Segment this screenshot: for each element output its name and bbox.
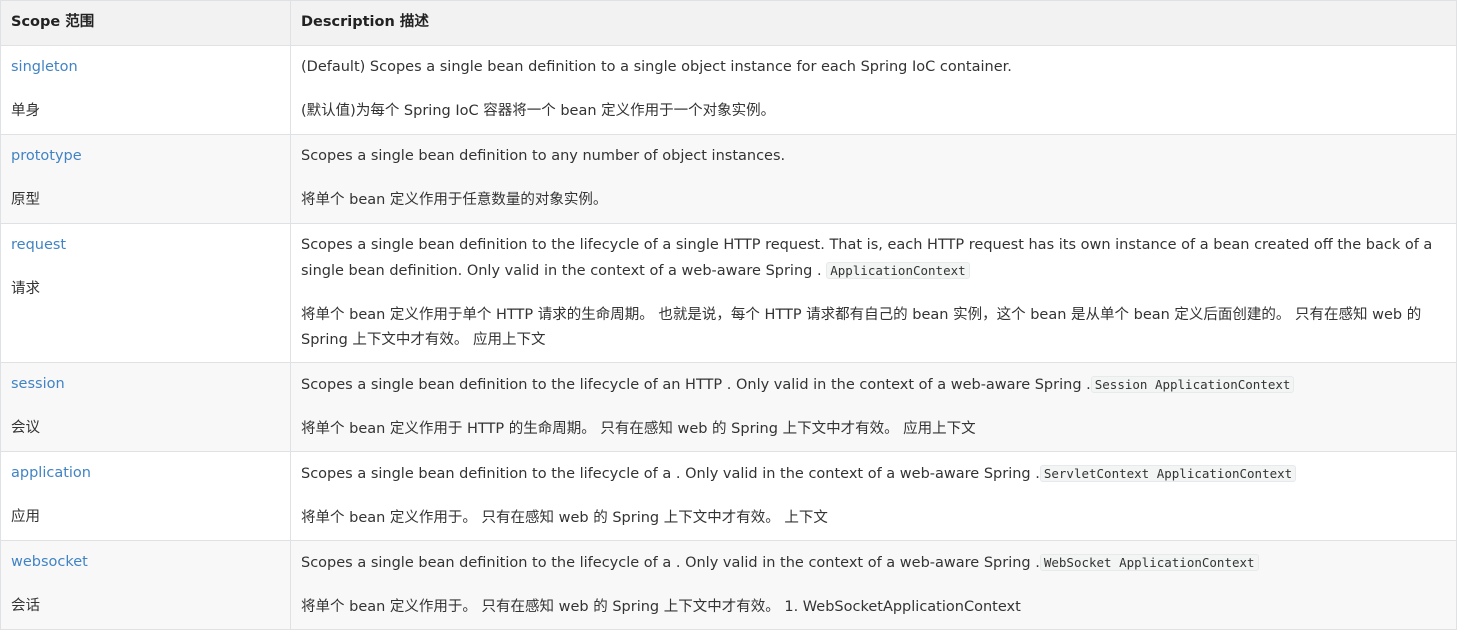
inline-code: WebSocket ApplicationContext xyxy=(1039,554,1259,571)
scope-chinese: 应用 xyxy=(11,509,40,525)
description-english-text: Scopes a single bean definition to the l… xyxy=(301,555,1040,571)
table-row: singleton 单身 (Default) Scopes a single b… xyxy=(0,45,1457,135)
table-row: session 会议 Scopes a single bean definiti… xyxy=(0,362,1457,452)
description-chinese: 将单个 bean 定义作用于。 只有在感知 web 的 Spring 上下文中才… xyxy=(301,510,828,526)
inline-code: ServletContext ApplicationContext xyxy=(1039,465,1297,482)
description-chinese: (默认值)为每个 Spring IoC 容器将一个 bean 定义作用于一个对象… xyxy=(301,103,776,119)
scope-link-application[interactable]: application xyxy=(11,465,91,481)
scope-cell: websocket 会话 xyxy=(0,540,291,630)
description-english: Scopes a single bean definition to the l… xyxy=(301,550,1446,576)
scope-link-singleton[interactable]: singleton xyxy=(11,59,78,75)
description-english: Scopes a single bean definition to the l… xyxy=(301,372,1446,398)
description-cell: Scopes a single bean definition to the l… xyxy=(290,223,1457,363)
scope-link-session[interactable]: session xyxy=(11,376,65,392)
scope-chinese: 会话 xyxy=(11,598,40,614)
description-chinese: 将单个 bean 定义作用于。 只有在感知 web 的 Spring 上下文中才… xyxy=(301,599,1021,615)
table-row: prototype 原型 Scopes a single bean defini… xyxy=(0,134,1457,224)
scope-cell: application 应用 xyxy=(0,451,291,541)
scope-chinese: 单身 xyxy=(11,103,40,119)
description-cell: Scopes a single bean definition to the l… xyxy=(290,362,1457,452)
description-english: (Default) Scopes a single bean definitio… xyxy=(301,59,1012,75)
scope-cell: request 请求 xyxy=(0,223,291,363)
description-english: Scopes a single bean definition to the l… xyxy=(301,233,1446,284)
description-english-text: Scopes a single bean definition to the l… xyxy=(301,377,1091,393)
description-chinese: 将单个 bean 定义作用于单个 HTTP 请求的生命周期。 也就是说，每个 H… xyxy=(301,307,1422,348)
table-row: request 请求 Scopes a single bean definiti… xyxy=(0,223,1457,363)
scope-link-websocket[interactable]: websocket xyxy=(11,554,88,570)
scope-link-request[interactable]: request xyxy=(11,237,66,253)
table-header-row: Scope 范围 Description 描述 xyxy=(0,0,1457,46)
scope-cell: session 会议 xyxy=(0,362,291,452)
scope-cell: prototype 原型 xyxy=(0,134,291,224)
description-chinese: 将单个 bean 定义作用于任意数量的对象实例。 xyxy=(301,192,608,208)
description-cell: Scopes a single bean definition to the l… xyxy=(290,451,1457,541)
description-cell: Scopes a single bean definition to the l… xyxy=(290,540,1457,630)
header-scope: Scope 范围 xyxy=(0,0,291,46)
description-english: Scopes a single bean definition to any n… xyxy=(301,148,786,164)
scope-chinese: 原型 xyxy=(11,192,40,208)
scope-chinese: 会议 xyxy=(11,420,40,436)
description-chinese: 将单个 bean 定义作用于 HTTP 的生命周期。 只有在感知 web 的 S… xyxy=(301,421,976,437)
description-cell: (Default) Scopes a single bean definitio… xyxy=(290,45,1457,135)
inline-code: Session ApplicationContext xyxy=(1090,376,1295,393)
description-english: Scopes a single bean definition to the l… xyxy=(301,461,1446,487)
header-description: Description 描述 xyxy=(290,0,1457,46)
description-english-text: Scopes a single bean definition to the l… xyxy=(301,466,1040,482)
inline-code: ApplicationContext xyxy=(826,262,970,279)
description-cell: Scopes a single bean definition to any n… xyxy=(290,134,1457,224)
scope-table: Scope 范围 Description 描述 singleton 单身 (De… xyxy=(0,0,1457,630)
scope-chinese: 请求 xyxy=(11,281,40,297)
scope-cell: singleton 单身 xyxy=(0,45,291,135)
scope-link-prototype[interactable]: prototype xyxy=(11,148,82,164)
table-row: websocket 会话 Scopes a single bean defini… xyxy=(0,540,1457,630)
table-row: application 应用 Scopes a single bean defi… xyxy=(0,451,1457,541)
